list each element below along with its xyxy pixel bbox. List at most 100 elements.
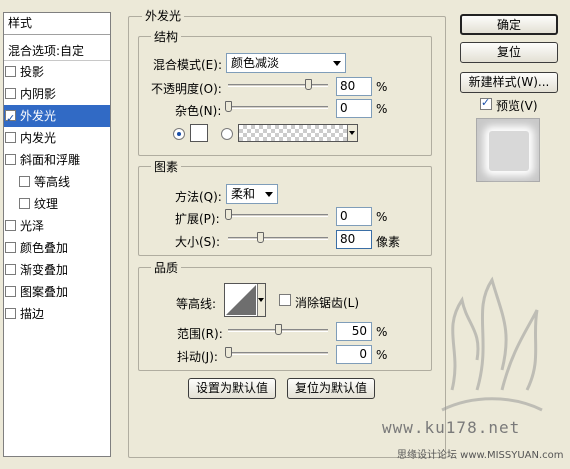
style-item-label: 描边 — [20, 307, 45, 321]
style-item[interactable]: 颜色叠加 — [4, 237, 110, 259]
opacity-slider-thumb[interactable] — [305, 79, 312, 90]
chevron-down-icon — [333, 61, 341, 66]
style-item-label: 图案叠加 — [20, 285, 69, 299]
style-item-checkbox[interactable] — [5, 66, 16, 77]
ok-button[interactable]: 确定 — [460, 14, 558, 35]
style-list-panel: 样式 混合选项:自定 投影内阴影外发光内发光斜面和浮雕等高线纹理光泽颜色叠加渐变… — [3, 12, 111, 457]
style-item-checkbox[interactable] — [5, 132, 16, 143]
style-item-checkbox[interactable] — [19, 198, 30, 209]
jitter-percent: % — [376, 348, 388, 362]
size-slider-thumb[interactable] — [257, 232, 264, 243]
quality-title: 品质 — [151, 259, 182, 276]
contour-picker[interactable] — [224, 283, 266, 317]
preview-glow-shape — [489, 131, 529, 171]
contour-curve-icon — [226, 285, 256, 315]
elements-title: 图素 — [151, 158, 182, 175]
technique-value: 柔和 — [231, 187, 256, 201]
size-unit: 像素 — [376, 235, 401, 249]
style-item[interactable]: 描边 — [4, 303, 110, 325]
opacity-input[interactable]: 80 — [336, 77, 372, 96]
style-item-checkbox[interactable] — [5, 308, 16, 319]
style-item-checkbox[interactable] — [5, 88, 16, 99]
style-item[interactable]: 外发光 — [4, 105, 110, 130]
style-item[interactable]: 内发光 — [4, 127, 110, 149]
style-item[interactable]: 斜面和浮雕 — [4, 149, 110, 171]
reset-button[interactable]: 复位 — [460, 42, 558, 63]
preview-label: 预览(V) — [496, 99, 538, 113]
blend-mode-label: 混合模式(E): — [153, 58, 222, 72]
noise-label: 杂色(N): — [175, 104, 222, 118]
noise-input[interactable]: 0 — [336, 99, 372, 118]
jitter-slider-track[interactable] — [228, 352, 328, 355]
style-item-label: 斜面和浮雕 — [20, 153, 81, 167]
blend-options-item[interactable]: 混合选项:自定 — [4, 41, 110, 61]
chevron-down-icon — [349, 131, 355, 135]
blend-mode-value: 颜色减淡 — [231, 56, 280, 70]
preview-thumbnail — [476, 118, 540, 182]
jitter-input[interactable]: 0 — [336, 345, 372, 364]
chevron-down-icon — [265, 192, 273, 197]
outer-glow-title: 外发光 — [142, 7, 185, 24]
watermark-flame-logo — [441, 276, 543, 412]
opacity-slider-track[interactable] — [228, 84, 328, 87]
style-item[interactable]: 图案叠加 — [4, 281, 110, 303]
color-swatch[interactable] — [190, 124, 208, 142]
gradient-radio[interactable] — [221, 128, 233, 140]
set-default-button[interactable]: 设置为默认值 — [188, 378, 276, 399]
style-item-label: 颜色叠加 — [20, 241, 69, 255]
blend-mode-select[interactable]: 颜色减淡 — [226, 53, 346, 73]
chevron-down-icon — [258, 298, 264, 302]
new-style-button[interactable]: 新建样式(W)... — [460, 72, 558, 93]
technique-label: 方法(Q): — [175, 190, 222, 204]
style-item-checkbox[interactable] — [5, 154, 16, 165]
contour-label: 等高线: — [176, 297, 217, 311]
style-item-checkbox[interactable] — [5, 242, 16, 253]
style-item-label: 等高线 — [34, 175, 71, 189]
structure-title: 结构 — [151, 28, 182, 45]
range-input[interactable]: 50 — [336, 322, 372, 341]
spread-slider-track[interactable] — [228, 214, 328, 217]
style-item-label: 投影 — [20, 65, 45, 79]
noise-slider-track[interactable] — [228, 106, 328, 109]
style-item-label: 内发光 — [20, 131, 57, 145]
style-item-label: 纹理 — [34, 197, 59, 211]
preview-checkbox[interactable]: ✓ — [480, 96, 492, 110]
watermark-site-text: www.ku178.net — [382, 418, 521, 437]
watermark-footer-text: 思缘设计论坛 www.MISSYUAN.com — [397, 450, 564, 461]
style-item-checkbox[interactable] — [5, 108, 16, 130]
style-item-checkbox[interactable] — [5, 264, 16, 275]
style-item-checkbox[interactable] — [19, 176, 30, 187]
spread-slider-thumb[interactable] — [225, 209, 232, 220]
noise-slider-thumb[interactable] — [225, 101, 232, 112]
style-item[interactable]: 等高线 — [4, 171, 110, 193]
reset-default-button[interactable]: 复位为默认值 — [287, 378, 375, 399]
style-item[interactable]: 内阴影 — [4, 83, 110, 105]
style-item-checkbox[interactable] — [5, 220, 16, 231]
check-icon: ✓ — [481, 96, 491, 109]
opacity-percent: % — [376, 80, 388, 94]
spread-percent: % — [376, 210, 388, 224]
range-slider-thumb[interactable] — [275, 324, 282, 335]
style-item-label: 内阴影 — [20, 87, 57, 101]
size-slider-track[interactable] — [228, 237, 328, 240]
anti-alias-checkbox[interactable] — [279, 294, 291, 306]
style-item-label: 光泽 — [20, 219, 45, 233]
style-item-label: 外发光 — [20, 109, 57, 123]
opacity-label: 不透明度(O): — [151, 82, 222, 96]
style-item[interactable]: 渐变叠加 — [4, 259, 110, 281]
size-label: 大小(S): — [175, 235, 221, 249]
style-item[interactable]: 投影 — [4, 61, 110, 83]
style-item[interactable]: 纹理 — [4, 193, 110, 215]
anti-alias-label: 消除锯齿(L) — [295, 296, 360, 310]
technique-select[interactable]: 柔和 — [226, 184, 278, 204]
style-item[interactable]: 光泽 — [4, 215, 110, 237]
spread-input[interactable]: 0 — [336, 207, 372, 226]
style-item-label: 渐变叠加 — [20, 263, 69, 277]
size-input[interactable]: 80 — [336, 230, 372, 249]
jitter-slider-thumb[interactable] — [225, 347, 232, 358]
solid-color-radio[interactable] — [173, 128, 185, 140]
spread-label: 扩展(P): — [175, 212, 220, 226]
style-item-checkbox[interactable] — [5, 286, 16, 297]
gradient-swatch[interactable] — [238, 124, 358, 142]
noise-percent: % — [376, 102, 388, 116]
